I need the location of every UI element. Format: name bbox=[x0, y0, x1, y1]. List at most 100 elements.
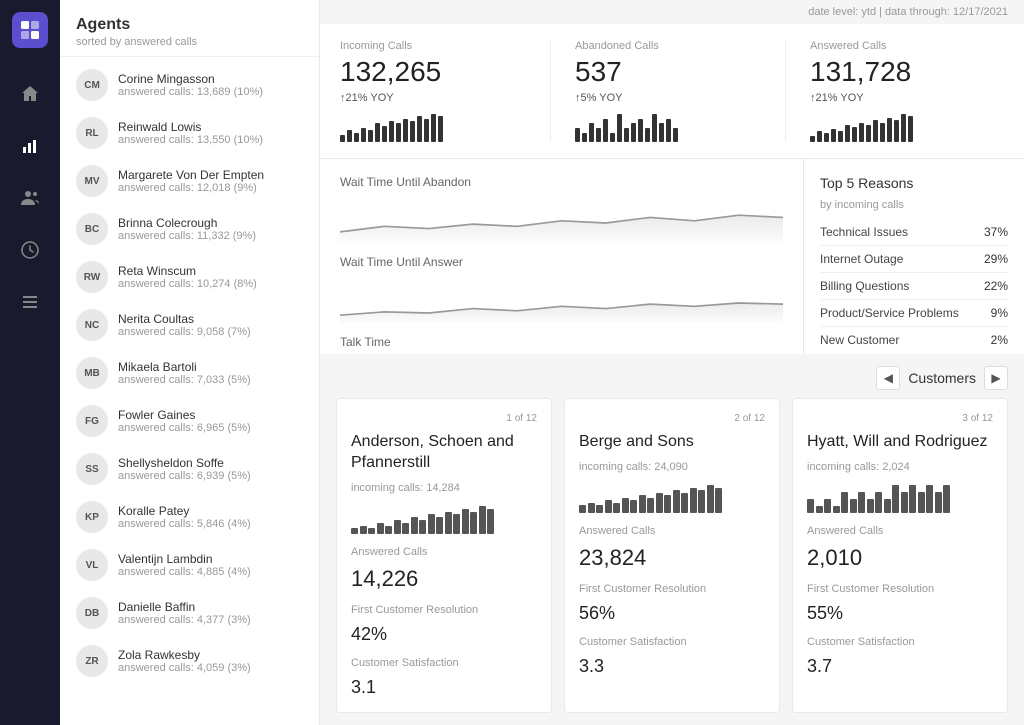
agent-item[interactable]: ZR Zola Rawkesby answered calls: 4,059 (… bbox=[60, 637, 319, 685]
chart-nav-icon[interactable] bbox=[14, 130, 46, 162]
customer-card-0: 1 of 12 Anderson, Schoen and Pfannerstil… bbox=[336, 398, 552, 713]
card-sparkline bbox=[351, 502, 537, 534]
card-name: Hyatt, Will and Rodriguez bbox=[807, 432, 993, 453]
agent-avatar: VL bbox=[76, 549, 108, 581]
metric-bar bbox=[817, 131, 822, 142]
metric-yoy: ↑21% YOY bbox=[810, 92, 1004, 104]
metric-bar bbox=[631, 123, 636, 142]
agent-calls: answered calls: 13,689 (10%) bbox=[118, 86, 263, 98]
agents-subtitle: sorted by answered calls bbox=[76, 36, 303, 48]
metric-bar bbox=[810, 136, 815, 142]
reasons-subtitle: by incoming calls bbox=[820, 199, 1008, 211]
spark-bar bbox=[850, 499, 857, 513]
spark-bar bbox=[411, 517, 418, 534]
metric-bar bbox=[424, 119, 429, 142]
spark-bar bbox=[935, 492, 942, 513]
agent-name: Brinna Colecrough bbox=[118, 216, 256, 230]
card-answered-label: Answered Calls bbox=[579, 525, 765, 537]
agent-info: Nerita Coultas answered calls: 9,058 (7%… bbox=[118, 312, 251, 338]
card-incoming: incoming calls: 24,090 bbox=[579, 461, 765, 473]
reason-pct: 2% bbox=[991, 333, 1008, 347]
metric-bar bbox=[410, 121, 415, 142]
metric-bar bbox=[610, 133, 615, 142]
reason-row: Technical Issues 37% bbox=[820, 219, 1008, 246]
agent-calls: answered calls: 12,018 (9%) bbox=[118, 182, 264, 194]
card-num: 2 of 12 bbox=[579, 413, 765, 424]
agent-calls: answered calls: 4,377 (3%) bbox=[118, 614, 251, 626]
agent-calls: answered calls: 5,846 (4%) bbox=[118, 518, 251, 530]
metric-bar bbox=[852, 127, 857, 142]
metric-bar bbox=[901, 114, 906, 142]
home-nav-icon[interactable] bbox=[14, 78, 46, 110]
agent-item[interactable]: SS Shellysheldon Soffe answered calls: 6… bbox=[60, 445, 319, 493]
card-num: 3 of 12 bbox=[807, 413, 993, 424]
reason-row: Internet Outage 29% bbox=[820, 246, 1008, 273]
agent-info: Fowler Gaines answered calls: 6,965 (5%) bbox=[118, 408, 251, 434]
customer-card-1: 2 of 12 Berge and Sons incoming calls: 2… bbox=[564, 398, 780, 713]
customers-label: Customers bbox=[908, 370, 976, 386]
line-chart bbox=[340, 193, 783, 243]
spark-bar bbox=[639, 495, 646, 513]
card-answered-value: 14,226 bbox=[351, 566, 537, 592]
card-fcr-label: First Customer Resolution bbox=[351, 604, 537, 616]
metric-bar bbox=[645, 128, 650, 142]
spark-bar bbox=[892, 485, 899, 513]
spark-bar bbox=[470, 512, 477, 534]
agent-item[interactable]: RL Reinwald Lowis answered calls: 13,550… bbox=[60, 109, 319, 157]
metric-bar bbox=[652, 114, 657, 142]
spark-bar bbox=[681, 493, 688, 513]
metric-bar bbox=[659, 123, 664, 142]
agent-item[interactable]: MV Margarete Von Der Empten answered cal… bbox=[60, 157, 319, 205]
agent-item[interactable]: DB Danielle Baffin answered calls: 4,377… bbox=[60, 589, 319, 637]
agent-avatar: MB bbox=[76, 357, 108, 389]
customers-next-button[interactable]: ▶ bbox=[984, 366, 1008, 390]
spark-bar bbox=[402, 523, 409, 534]
card-answered-label: Answered Calls bbox=[351, 546, 537, 558]
metric-bar bbox=[866, 125, 871, 142]
agent-info: Zola Rawkesby answered calls: 4,059 (3%) bbox=[118, 648, 251, 674]
agent-item[interactable]: CM Corine Mingasson answered calls: 13,6… bbox=[60, 61, 319, 109]
card-answered-value: 23,824 bbox=[579, 545, 765, 571]
agent-name: Zola Rawkesby bbox=[118, 648, 251, 662]
reason-name: Internet Outage bbox=[820, 252, 903, 266]
agent-avatar: RL bbox=[76, 117, 108, 149]
metric-block-0: Incoming Calls 132,265 ↑21% YOY bbox=[340, 40, 534, 142]
agent-avatar: NC bbox=[76, 309, 108, 341]
menu-nav-icon[interactable] bbox=[14, 286, 46, 318]
app-logo[interactable] bbox=[12, 12, 48, 48]
reasons-list: Technical Issues 37% Internet Outage 29%… bbox=[820, 219, 1008, 353]
spark-bar bbox=[816, 506, 823, 513]
customers-prev-button[interactable]: ◀ bbox=[876, 366, 900, 390]
clock-nav-icon[interactable] bbox=[14, 234, 46, 266]
agent-item[interactable]: MB Mikaela Bartoli answered calls: 7,033… bbox=[60, 349, 319, 397]
agent-avatar: DB bbox=[76, 597, 108, 629]
spark-bar bbox=[630, 500, 637, 513]
spark-bar bbox=[436, 517, 443, 534]
reason-name: Billing Questions bbox=[820, 279, 909, 293]
people-nav-icon[interactable] bbox=[14, 182, 46, 214]
chart-label: Talk Time bbox=[340, 335, 783, 349]
agent-item[interactable]: NC Nerita Coultas answered calls: 9,058 … bbox=[60, 301, 319, 349]
agent-item[interactable]: KP Koralle Patey answered calls: 5,846 (… bbox=[60, 493, 319, 541]
spark-bar bbox=[867, 499, 874, 513]
agent-info: Danielle Baffin answered calls: 4,377 (3… bbox=[118, 600, 251, 626]
metric-bar bbox=[624, 128, 629, 142]
card-answered-value: 2,010 bbox=[807, 545, 993, 571]
agent-name: Mikaela Bartoli bbox=[118, 360, 251, 374]
agent-info: Reinwald Lowis answered calls: 13,550 (1… bbox=[118, 120, 263, 146]
metric-bar bbox=[603, 119, 608, 142]
agent-item[interactable]: VL Valentijn Lambdin answered calls: 4,8… bbox=[60, 541, 319, 589]
agent-item[interactable]: RW Reta Winscum answered calls: 10,274 (… bbox=[60, 253, 319, 301]
agent-item[interactable]: FG Fowler Gaines answered calls: 6,965 (… bbox=[60, 397, 319, 445]
metric-block-2: Answered Calls 131,728 ↑21% YOY bbox=[785, 40, 1004, 142]
metric-bar bbox=[438, 116, 443, 142]
metric-bar bbox=[666, 119, 671, 142]
reason-name: Product/Service Problems bbox=[820, 306, 959, 320]
spark-bar bbox=[462, 509, 469, 534]
metric-bar bbox=[582, 133, 587, 142]
agent-info: Margarete Von Der Empten answered calls:… bbox=[118, 168, 264, 194]
card-fcr-value: 55% bbox=[807, 603, 993, 624]
metric-bar bbox=[361, 128, 366, 142]
agent-item[interactable]: BC Brinna Colecrough answered calls: 11,… bbox=[60, 205, 319, 253]
spark-bar bbox=[664, 495, 671, 513]
